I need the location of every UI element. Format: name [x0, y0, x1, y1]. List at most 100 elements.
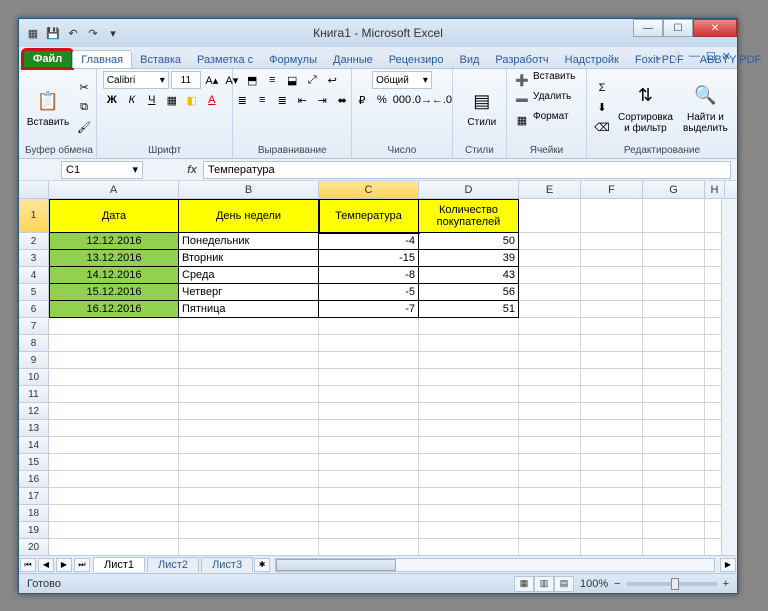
cell-14-E[interactable] [519, 437, 581, 454]
cell-7-E[interactable] [519, 318, 581, 335]
row-header-10[interactable]: 10 [19, 369, 49, 386]
cell-10-G[interactable] [643, 369, 705, 386]
cell-13-F[interactable] [581, 420, 643, 437]
orientation-icon[interactable]: ⤢ [303, 71, 321, 89]
row-header-12[interactable]: 12 [19, 403, 49, 420]
mdi-min-icon[interactable]: — [689, 50, 700, 63]
cell-3-E[interactable] [519, 250, 581, 267]
tab-nav-next-icon[interactable]: ▶ [56, 558, 72, 572]
cells-format-icon[interactable]: ▦ [513, 111, 531, 129]
cell-12-C[interactable] [319, 403, 419, 420]
cell-16-C[interactable] [319, 471, 419, 488]
view-layout-icon[interactable]: ▥ [534, 576, 554, 592]
cell-5-E[interactable] [519, 284, 581, 301]
tab-file[interactable]: Файл [23, 50, 72, 68]
cell-7-A[interactable] [49, 318, 179, 335]
header-buyers[interactable]: Количествопокупателей [419, 199, 519, 233]
cell-11-A[interactable] [49, 386, 179, 403]
cell-15-C[interactable] [319, 454, 419, 471]
tab-вставка[interactable]: Вставка [132, 51, 189, 68]
cell-17-A[interactable] [49, 488, 179, 505]
col-header-E[interactable]: E [519, 181, 581, 198]
cell-14-F[interactable] [581, 437, 643, 454]
cell-18-A[interactable] [49, 505, 179, 522]
cell-9-F[interactable] [581, 352, 643, 369]
cell-9-E[interactable] [519, 352, 581, 369]
cell-9-B[interactable] [179, 352, 319, 369]
col-header-C[interactable]: C [319, 181, 419, 198]
minimize-button[interactable]: — [633, 19, 663, 37]
cell-12-B[interactable] [179, 403, 319, 420]
tab-данные[interactable]: Данные [325, 51, 381, 68]
percent-icon[interactable]: % [373, 91, 391, 109]
cell-11-G[interactable] [643, 386, 705, 403]
cell-16-D[interactable] [419, 471, 519, 488]
cell-8-C[interactable] [319, 335, 419, 352]
cell-day-3[interactable]: Вторник [179, 250, 319, 267]
cell-10-A[interactable] [49, 369, 179, 386]
cell-2-E[interactable] [519, 233, 581, 250]
cell-20-G[interactable] [643, 539, 705, 555]
cell-16-G[interactable] [643, 471, 705, 488]
cell-date-3[interactable]: 13.12.2016 [49, 250, 179, 267]
cell-2-F[interactable] [581, 233, 643, 250]
col-header-G[interactable]: G [643, 181, 705, 198]
tab-nav-last-icon[interactable]: ⏭ [74, 558, 90, 572]
cell-10-D[interactable] [419, 369, 519, 386]
mdi-close-icon[interactable]: ✕ [722, 50, 731, 63]
indent-dec-icon[interactable]: ⇤ [293, 91, 311, 109]
underline-icon[interactable]: Ч [143, 91, 161, 109]
cell-12-F[interactable] [581, 403, 643, 420]
row-header-8[interactable]: 8 [19, 335, 49, 352]
row-header-14[interactable]: 14 [19, 437, 49, 454]
row-header-7[interactable]: 7 [19, 318, 49, 335]
cell-13-G[interactable] [643, 420, 705, 437]
cell-grid[interactable]: 1ДатаДень неделиТемператураКоличествопок… [19, 199, 737, 555]
cell-6-G[interactable] [643, 301, 705, 318]
row-header-15[interactable]: 15 [19, 454, 49, 471]
view-pagebreak-icon[interactable]: ▤ [554, 576, 574, 592]
hscroll-right-icon[interactable]: ▶ [720, 558, 736, 572]
cell-13-B[interactable] [179, 420, 319, 437]
cells-insert-label[interactable]: Вставить [533, 71, 575, 89]
cell-6-E[interactable] [519, 301, 581, 318]
cell-17-D[interactable] [419, 488, 519, 505]
copy-icon[interactable]: ⧉ [75, 99, 93, 117]
new-sheet-icon[interactable]: ✱ [254, 558, 270, 572]
cell-6-F[interactable] [581, 301, 643, 318]
row-header-1[interactable]: 1 [19, 199, 49, 233]
cell-7-G[interactable] [643, 318, 705, 335]
indent-inc-icon[interactable]: ⇥ [313, 91, 331, 109]
cell-19-E[interactable] [519, 522, 581, 539]
tab-формулы[interactable]: Формулы [261, 51, 325, 68]
align-top-icon[interactable]: ⬒ [243, 71, 261, 89]
cell-7-D[interactable] [419, 318, 519, 335]
align-mid-icon[interactable]: ≡ [263, 71, 281, 89]
fx-icon[interactable]: fx [181, 164, 203, 176]
col-header-B[interactable]: B [179, 181, 319, 198]
align-bot-icon[interactable]: ⬓ [283, 71, 301, 89]
cell-19-G[interactable] [643, 522, 705, 539]
horizontal-scrollbar[interactable] [275, 558, 715, 572]
cell-16-A[interactable] [49, 471, 179, 488]
cell-date-5[interactable]: 15.12.2016 [49, 284, 179, 301]
row-header-19[interactable]: 19 [19, 522, 49, 539]
format-painter-icon[interactable]: 🖌 [75, 119, 93, 137]
zoom-out-icon[interactable]: − [614, 578, 620, 590]
cell-17-G[interactable] [643, 488, 705, 505]
tab-nav-first-icon[interactable]: ⏮ [20, 558, 36, 572]
sheet-tab-Лист3[interactable]: Лист3 [201, 557, 253, 572]
wrap-text-icon[interactable]: ↩ [323, 71, 341, 89]
cells-format-label[interactable]: Формат [533, 111, 569, 129]
cell-2-G[interactable] [643, 233, 705, 250]
col-header-H[interactable]: H [705, 181, 725, 198]
help-icon[interactable]: ❔ [669, 50, 683, 63]
cell-20-D[interactable] [419, 539, 519, 555]
cell-18-C[interactable] [319, 505, 419, 522]
cell-7-C[interactable] [319, 318, 419, 335]
cell-4-E[interactable] [519, 267, 581, 284]
cell-12-G[interactable] [643, 403, 705, 420]
cell-12-A[interactable] [49, 403, 179, 420]
cell-day-4[interactable]: Среда [179, 267, 319, 284]
cell-5-G[interactable] [643, 284, 705, 301]
